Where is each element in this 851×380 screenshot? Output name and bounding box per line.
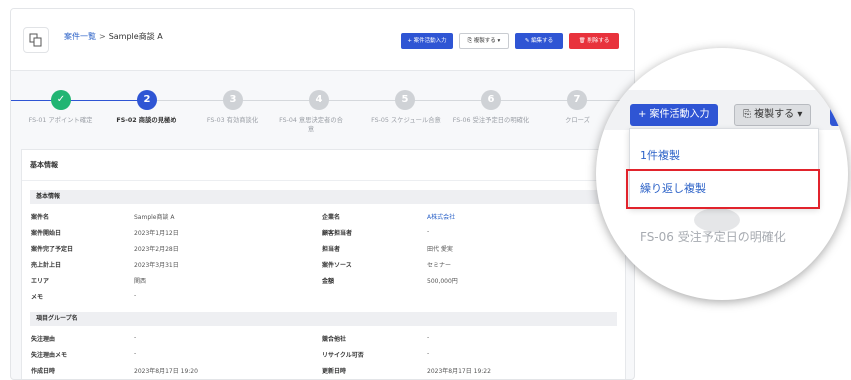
field-label: 顧客担当者 <box>322 230 353 237</box>
company-link[interactable]: A株式会社 <box>427 212 455 221</box>
copy-icon[interactable] <box>23 27 49 53</box>
progress-track-todo <box>147 100 634 101</box>
field-label: メモ <box>31 294 44 301</box>
step-4-label: FS-04 意思決定者の合意 <box>279 117 343 133</box>
field-label: エリア <box>31 278 50 285</box>
field-value: 2023年8月17日 19:20 <box>134 368 198 375</box>
step-6-circle[interactable]: 6 <box>481 90 501 110</box>
section-header-group: 項目グループ名 <box>30 312 617 326</box>
field-label: 企業名 <box>322 214 341 221</box>
step-1-check-icon[interactable]: ✓ <box>51 90 71 110</box>
page-header: 案件一覧 > Sample商談 A + 案件活動入力 ⎘ 複製する ▾ ✎ 編集する… <box>11 9 634 71</box>
field-label: 売上計上日 <box>31 262 62 269</box>
field-value: 2023年3月31日 <box>134 262 179 269</box>
field-label: 案件名 <box>31 214 50 221</box>
step-6-label: FS-06 受注予定日の明確化 <box>452 117 530 124</box>
field-label: リサイクル可否 <box>322 352 364 359</box>
field-value: 関西 <box>134 278 147 285</box>
field-value: 2023年1月12日 <box>134 230 179 237</box>
step-4-circle[interactable]: 4 <box>309 90 329 110</box>
breadcrumb-current: Sample商談 A <box>108 32 163 41</box>
breadcrumb-link-projects[interactable]: 案件一覧 <box>64 32 96 41</box>
field-label: 失注理由 <box>31 336 56 343</box>
field-value: 2023年8月17日 19:22 <box>427 368 491 375</box>
step-1-label: FS-01 アポイント確定 <box>28 117 93 124</box>
step-2-circle[interactable]: 2 <box>137 90 157 110</box>
field-label: 案件完了予定日 <box>31 246 74 253</box>
field-value: - <box>134 350 137 357</box>
zoom-step-label: FS-06 受注予定日の明確化 <box>640 230 786 244</box>
field-value: Sample商談 A <box>134 214 175 221</box>
progress-steps: ✓ 2 3 4 5 6 7 FS-01 アポイント確定 FS-02 商談の見極め… <box>11 83 634 145</box>
field-label: 作成日時 <box>31 368 56 375</box>
field-label: 更新日時 <box>322 368 347 375</box>
field-label: 金額 <box>322 278 335 285</box>
step-2-label: FS-02 商談の見極め <box>116 117 177 124</box>
field-value: - <box>427 350 430 357</box>
field-value: 田代 愛実 <box>427 246 453 253</box>
field-label: 案件ソース <box>322 262 352 269</box>
menu-item-single-duplicate[interactable]: 1件複製 <box>640 147 680 163</box>
duplicate-icon <box>29 33 42 47</box>
duplicate-button[interactable]: ⎘ 複製する ▾ <box>459 33 509 49</box>
field-label: 失注理由メモ <box>31 352 68 359</box>
step-3-circle[interactable]: 3 <box>223 90 243 110</box>
field-value: セミナー <box>427 262 452 269</box>
zoom-edit-button-partial[interactable] <box>830 104 848 126</box>
edit-button[interactable]: ✎ 編集する <box>515 33 563 49</box>
field-value: - <box>134 292 137 299</box>
breadcrumb: 案件一覧 > Sample商談 A <box>64 31 163 42</box>
progress-track-done <box>11 100 147 101</box>
step-7-circle[interactable]: 7 <box>567 90 587 110</box>
zoom-add-activity-button[interactable]: + 案件活動入力 <box>630 104 718 126</box>
app-window: 案件一覧 > Sample商談 A + 案件活動入力 ⎘ 複製する ▾ ✎ 編集する… <box>10 8 635 380</box>
section-header-basic: 基本情報 <box>30 190 617 204</box>
field-value: - <box>427 334 430 341</box>
highlight-box <box>626 169 820 209</box>
field-label: 競合他社 <box>322 336 347 343</box>
delete-button[interactable]: 🗑 削除する <box>569 33 619 49</box>
field-label: 案件開始日 <box>31 230 62 237</box>
step-5-circle[interactable]: 5 <box>395 90 415 110</box>
field-value: 2023年2月28日 <box>134 246 179 253</box>
basic-info-card: 基本情報 基本情報 案件名 Sample商談 A 企業名 A株式会社 案件開始日… <box>21 149 626 379</box>
zoom-duplicate-button[interactable]: ⎘ 複製する ▾ <box>734 104 812 126</box>
card-divider <box>22 180 625 181</box>
card-title: 基本情報 <box>30 161 58 169</box>
zoom-callout: + 案件活動入力 ⎘ 複製する ▾ 1件複製 繰り返し複製 FS-06 受注予定… <box>596 48 848 300</box>
add-activity-button[interactable]: + 案件活動入力 <box>401 33 453 49</box>
step-3-label: FS-03 有効商談化 <box>206 117 259 124</box>
step-5-label: FS-05 スケジュール合意 <box>371 117 441 124</box>
field-value: - <box>427 228 430 235</box>
field-value: - <box>134 334 137 341</box>
field-label: 担当者 <box>322 246 341 253</box>
breadcrumb-separator: > <box>99 32 106 41</box>
field-value: 500,000円 <box>427 278 458 285</box>
